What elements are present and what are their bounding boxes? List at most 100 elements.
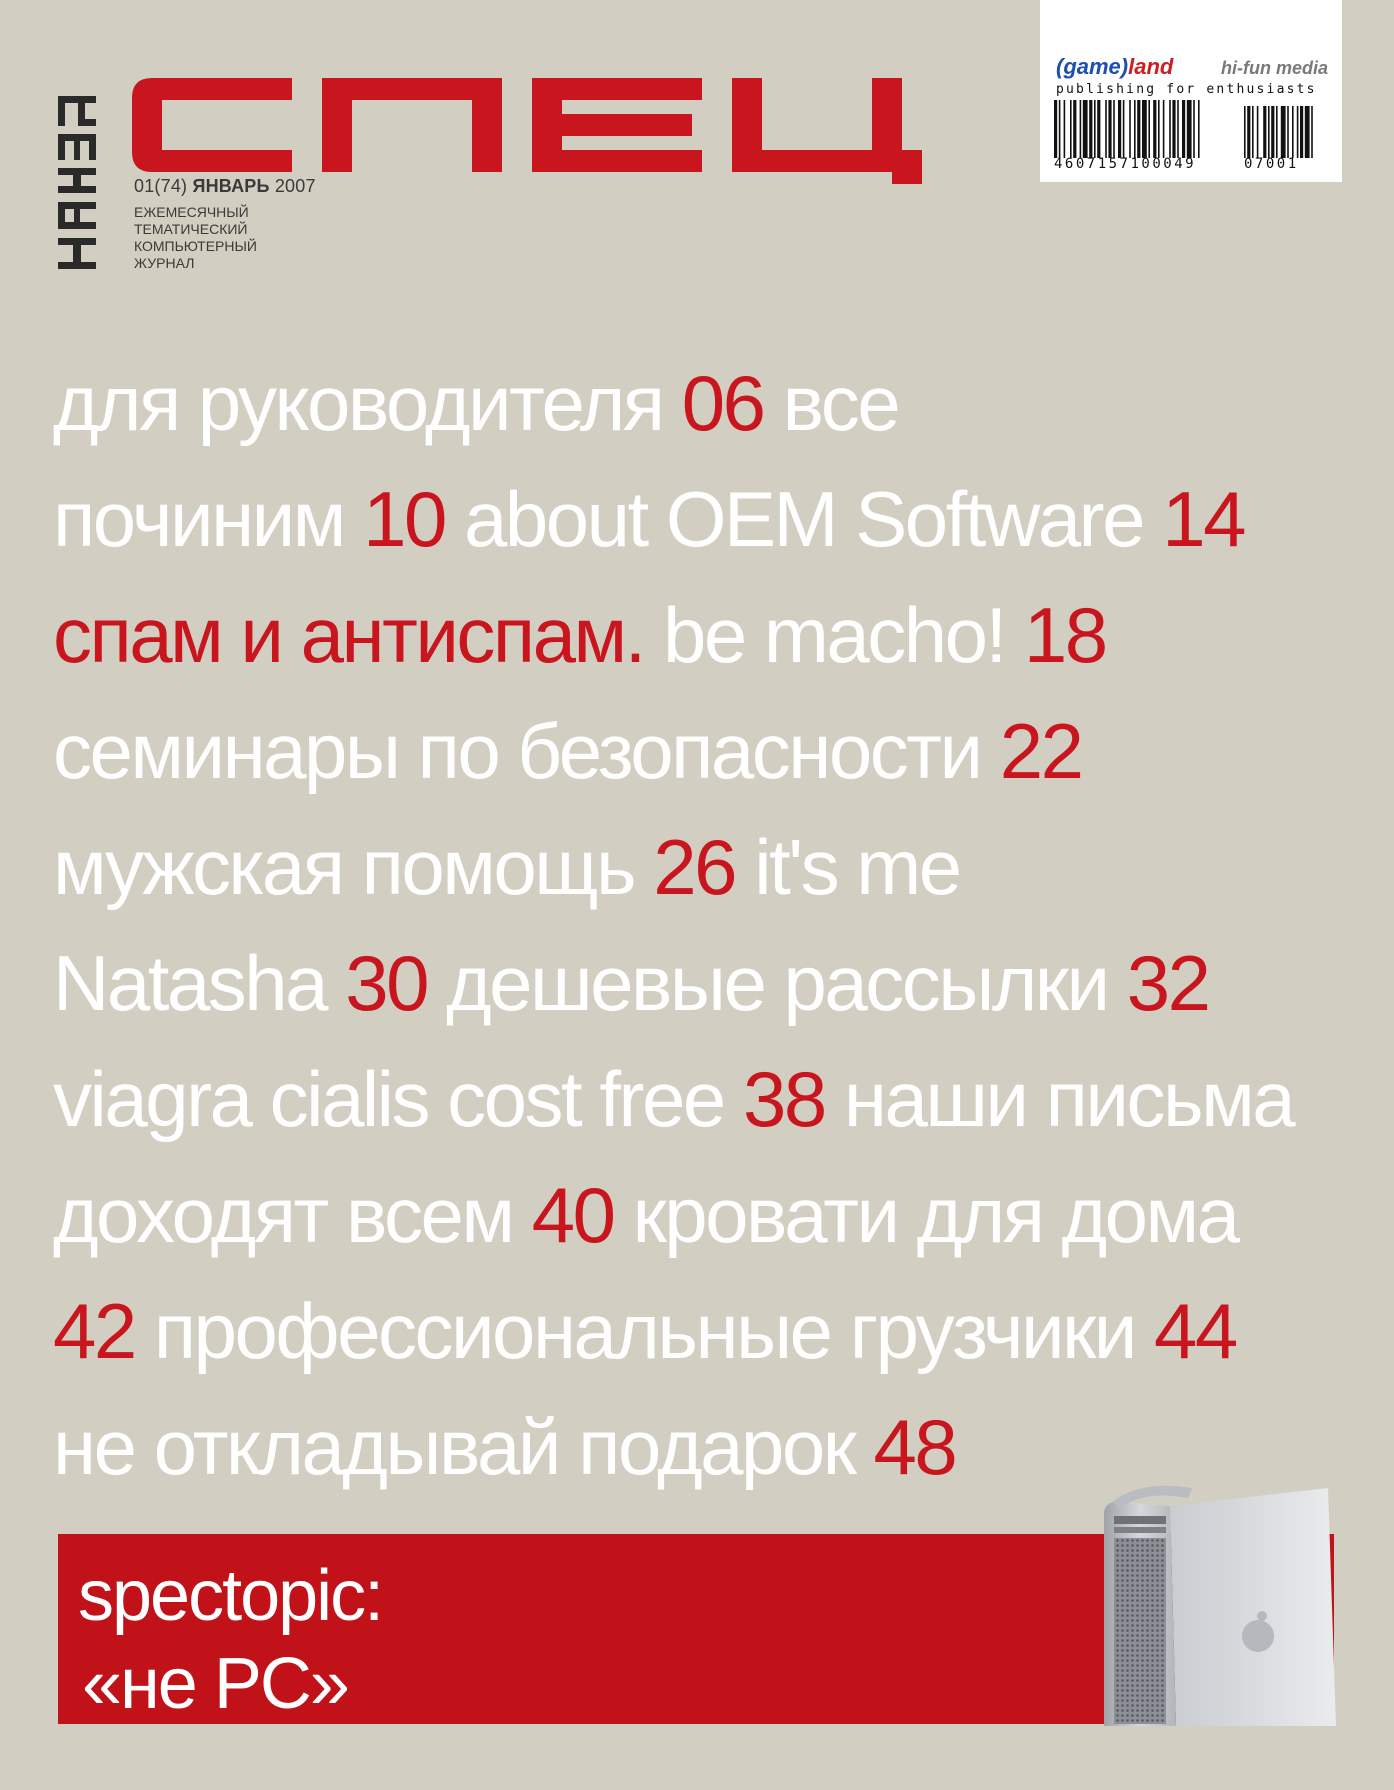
page-number[interactable]: 30	[345, 939, 429, 1027]
hifun-media-logo: hi-fun media	[1221, 58, 1328, 78]
barcode-bar	[1113, 100, 1115, 158]
page-number[interactable]: 48	[874, 1403, 958, 1491]
page-number[interactable]: 26	[653, 823, 737, 911]
barcode-bar	[1097, 100, 1101, 158]
barcode-bar	[1263, 106, 1267, 158]
page-number[interactable]: 44	[1154, 1287, 1238, 1375]
barcode-bar	[1252, 106, 1254, 158]
article-title: Natasha	[53, 939, 346, 1027]
barcode-bar	[1142, 100, 1147, 158]
xakep-vertical-logo	[58, 96, 96, 269]
barcode-bar	[1304, 106, 1310, 158]
page-number[interactable]: 38	[743, 1055, 827, 1143]
magazine-cover: 01(74) ЯНВАРЬ 2007 ЕЖЕМЕСЯЧНЫЙ ТЕМАТИЧЕС…	[0, 0, 1394, 1790]
barcode-bar	[1177, 100, 1179, 158]
barcode-box: (game)land hi-fun media publishing for e…	[1040, 0, 1342, 182]
article-title: viagra cialis cost free	[53, 1055, 743, 1143]
barcode-bar	[1153, 100, 1157, 158]
article-title: для руководителя	[53, 359, 682, 447]
page-number[interactable]: 18	[1024, 591, 1108, 679]
article-title: be macho!	[643, 591, 1024, 679]
contents-line: починим 10 about OEM Software 14	[53, 461, 1353, 577]
contents-line: Natasha 30 дешевые рассылки 32	[53, 925, 1353, 1041]
barcode-bar	[1292, 106, 1294, 158]
barcode-bar	[1073, 100, 1077, 158]
issue-info: 01(74) ЯНВАРЬ 2007	[134, 176, 316, 197]
barcode-bar	[1276, 106, 1278, 158]
barcode-bar	[1070, 100, 1072, 158]
barcode-bar	[1268, 106, 1270, 158]
barcode-icon	[1054, 100, 1313, 158]
tagline-line: ТЕМАТИЧЕСКИЙ	[134, 221, 248, 237]
issue-year: 2007	[274, 176, 316, 196]
barcode-bar	[1198, 100, 1200, 158]
tagline-line: ЕЖЕМЕСЯЧНЫЙ	[134, 204, 249, 220]
barcode-bar	[1169, 100, 1171, 158]
contents-line: семинары по безопасности 22	[53, 693, 1353, 809]
article-title: наши письма	[824, 1055, 1296, 1143]
barcode-bar	[1054, 100, 1058, 158]
article-title: не откладывай подарок	[53, 1403, 874, 1491]
article-title: все	[763, 359, 901, 447]
barcode-bar	[1186, 100, 1192, 158]
barcode-bar	[1122, 100, 1125, 158]
barcode-bar	[1137, 100, 1141, 158]
barcode-bar	[1193, 100, 1195, 158]
article-title: починим	[53, 475, 364, 563]
contents-line: для руководителя 06 все	[53, 345, 1353, 461]
contents-line: доходят всем 40 кровати для дома	[53, 1157, 1353, 1273]
page-number[interactable]: 14	[1162, 475, 1246, 563]
page-number[interactable]: 42	[53, 1287, 137, 1375]
barcode-bar	[1247, 106, 1251, 158]
contents-line: мужская помощь 26 it's me	[53, 809, 1353, 925]
barcode-bar	[1058, 100, 1061, 158]
tagline-line: ЖУРНАЛ	[134, 255, 195, 271]
barcode-bar	[1129, 100, 1131, 158]
barcode-bar	[1256, 106, 1259, 158]
barcode-bar	[1082, 100, 1088, 158]
gameland-logo: (game)land	[1056, 54, 1174, 79]
page-number[interactable]: 40	[532, 1171, 616, 1259]
barcode-bar	[1063, 100, 1066, 158]
issue-number: 01(74)	[134, 176, 188, 196]
article-title: мужская помощь	[53, 823, 654, 911]
page-number[interactable]: 22	[1000, 707, 1084, 795]
barcode-bar	[1287, 106, 1289, 158]
article-title: доходят всем	[53, 1171, 532, 1259]
barcode-bar	[1182, 100, 1186, 158]
contents-list: для руководителя 06 все починим 10 about …	[53, 345, 1353, 1505]
page-number[interactable]: 06	[682, 359, 766, 447]
spectopic-subtitle: «не PC»	[82, 1644, 350, 1724]
article-title: дешевые рассылки	[426, 939, 1127, 1027]
page-number[interactable]: 32	[1127, 939, 1211, 1027]
mac-pro-tower-image	[1104, 1485, 1336, 1726]
barcode-bar	[1244, 106, 1246, 158]
barcode-bar	[1172, 100, 1176, 158]
article-title: семинары по безопасности	[53, 707, 1000, 795]
barcode-bar	[1162, 100, 1165, 158]
article-title: спам и антиспам.	[53, 591, 646, 679]
barcode-bar	[1134, 100, 1136, 158]
barcode-bar	[1300, 106, 1304, 158]
issue-month: ЯНВАРЬ	[192, 176, 270, 196]
page-number[interactable]: 10	[363, 475, 447, 563]
barcode-bar	[1079, 100, 1082, 158]
barcode-bar	[1158, 100, 1160, 158]
publisher-slogan: publishing for enthusiasts	[1056, 82, 1317, 97]
article-title: about OEM Software	[444, 475, 1163, 563]
tagline-line: КОМПЬЮТЕРНЫЙ	[134, 238, 257, 254]
barcode-bar	[1089, 100, 1093, 158]
spectopic-title: spectopic:	[78, 1556, 384, 1636]
contents-line: viagra cialis cost free 38 наши письма	[53, 1041, 1353, 1157]
barcode-bar	[1271, 106, 1275, 158]
barcode-bar	[1108, 100, 1112, 158]
barcode-addon-number: 07001	[1244, 156, 1299, 172]
barcode-bar	[1148, 100, 1150, 158]
barcode-number: 4607157100049	[1054, 156, 1197, 172]
barcode-bar	[1296, 106, 1299, 158]
barcode-bar	[1280, 106, 1286, 158]
barcode-bar	[1094, 100, 1096, 158]
contents-line: спам и антиспам. be macho! 18	[53, 577, 1353, 693]
barcode-bar	[1105, 100, 1107, 158]
article-title: кровати для дома	[613, 1171, 1240, 1259]
